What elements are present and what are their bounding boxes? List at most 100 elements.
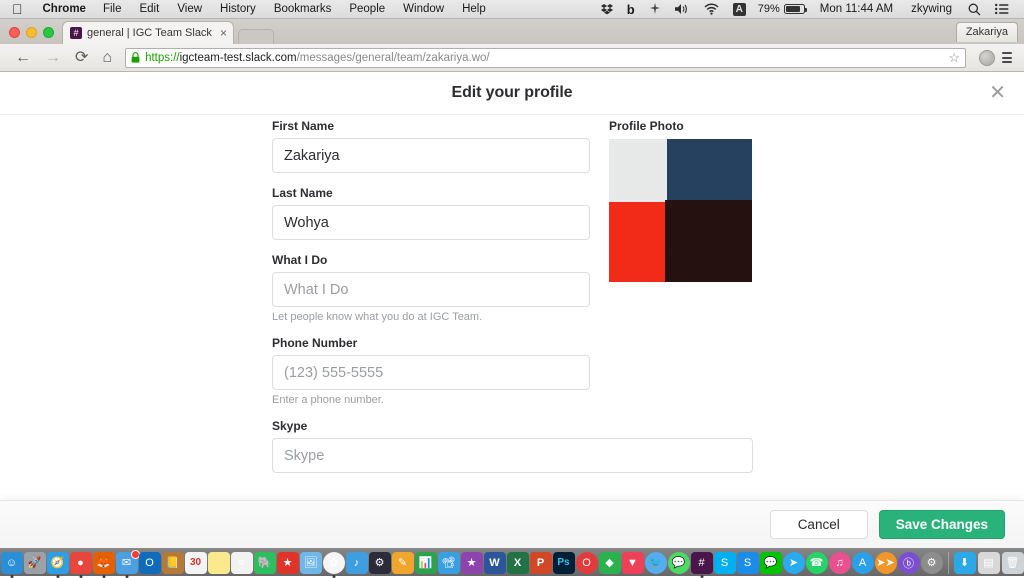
window-traffic-lights	[0, 27, 62, 44]
dock-icon-keynote[interactable]: 📽	[438, 552, 460, 574]
dock-icon-downloads-folder[interactable]: ⬇	[954, 552, 976, 574]
dock-icon-evernote[interactable]: 🐘	[254, 552, 276, 574]
battery-status[interactable]: 79%	[753, 0, 811, 19]
menu-item-window[interactable]: Window	[394, 0, 453, 19]
save-changes-button[interactable]: Save Changes	[879, 510, 1005, 539]
browser-profile-chip[interactable]: Zakariya	[956, 22, 1018, 42]
dock-icon-photoshop[interactable]: Ps	[553, 552, 575, 574]
dock-icon-app-store[interactable]: A	[852, 552, 874, 574]
dock-icon-notes[interactable]	[208, 552, 230, 574]
dock-icon-shazam[interactable]: S	[737, 552, 759, 574]
dock-icon-whatsapp[interactable]: ☎	[806, 552, 828, 574]
browser-tab-title: general | IGC Team Slack	[87, 27, 212, 39]
menu-item-chrome[interactable]: Chrome	[35, 0, 94, 19]
dock-icon-steam[interactable]: ⚙	[369, 552, 391, 574]
menu-item-view[interactable]: View	[168, 0, 211, 19]
dock-icon-slack[interactable]: #	[691, 552, 713, 574]
dock-icon-bittorrent[interactable]: ⓑ	[898, 552, 920, 574]
menu-bar-user[interactable]: zkywing	[902, 0, 961, 19]
dock-icon-safari[interactable]: 🧭	[47, 552, 69, 574]
window-minimize-button[interactable]	[26, 27, 37, 38]
phone-number-input[interactable]	[272, 355, 590, 390]
battery-icon	[784, 4, 805, 14]
dock-right-items: ⬇▤🗑	[954, 552, 1024, 574]
skype-input[interactable]	[272, 438, 753, 473]
reload-icon[interactable]: ⟳	[68, 50, 95, 66]
dock-icon-chrome[interactable]: ●	[70, 552, 92, 574]
browser-toolbar: ← → ⟳ ⌂ https:// igcteam-test.slack.com …	[0, 44, 1024, 72]
first-name-input[interactable]	[272, 138, 590, 173]
dock-icon-feedly[interactable]: ◆	[599, 552, 621, 574]
hamburger-menu-icon[interactable]	[1002, 52, 1016, 63]
search-icon[interactable]	[961, 3, 988, 16]
dock-icon-address-book[interactable]: 📒	[162, 552, 184, 574]
dock-icon-calendar[interactable]: 30	[185, 552, 207, 574]
browser-tab-active[interactable]: # general | IGC Team Slack ×	[62, 21, 234, 44]
close-icon[interactable]: ✕	[989, 83, 1006, 103]
dock-icon-numbers[interactable]: 📊	[415, 552, 437, 574]
dock-icon-trash[interactable]: 🗑	[1002, 552, 1024, 574]
dock-icon-system-preferences[interactable]: ⚙	[921, 552, 943, 574]
notification-center-icon[interactable]	[988, 3, 1016, 15]
dock-icon-itunes-alt[interactable]: ♪	[346, 552, 368, 574]
dock-icon-itunes[interactable]: ♫	[829, 552, 851, 574]
back-arrow-icon[interactable]: ←	[8, 50, 38, 66]
browser-tab-strip: # general | IGC Team Slack × Zakariya	[0, 19, 1024, 44]
field-phone-number: Phone Number Enter a phone number.	[272, 336, 590, 406]
dock-icon-opera[interactable]: O	[576, 552, 598, 574]
star-icon[interactable]: ☆	[942, 50, 960, 66]
dock-icon-twitter-app[interactable]: 🐦	[645, 552, 667, 574]
url-path: /messages/general/team/zakariya.wo/	[297, 52, 490, 64]
menu-item-edit[interactable]: Edit	[130, 0, 168, 19]
input-source-icon[interactable]: A	[726, 3, 753, 16]
dock-icon-finder[interactable]: ☺	[1, 552, 23, 574]
dock-icon-firefox[interactable]: 🦊	[93, 552, 115, 574]
dock-icon-imovie[interactable]: ★	[461, 552, 483, 574]
dock-icon-outlook[interactable]: O	[139, 552, 161, 574]
dock-icon-pages[interactable]: ✎	[392, 552, 414, 574]
menu-item-history[interactable]: History	[211, 0, 265, 19]
menu-item-file[interactable]: File	[94, 0, 131, 19]
menu-item-people[interactable]: People	[340, 0, 394, 19]
apple-logo-icon[interactable]: 	[0, 1, 35, 18]
window-close-button[interactable]	[9, 27, 20, 38]
dock-icon-photos[interactable]: ✿	[323, 552, 345, 574]
dock-icon-bookmarks[interactable]: ★	[277, 552, 299, 574]
dock-icon-reminders[interactable]: ≡	[231, 552, 253, 574]
dock-icon-mail[interactable]: ✉	[116, 552, 138, 574]
dock-icon-telegram[interactable]: ➤	[783, 552, 805, 574]
cancel-button[interactable]: Cancel	[770, 510, 868, 539]
home-icon[interactable]: ⌂	[95, 50, 119, 66]
dock-icon-excel[interactable]: X	[507, 552, 529, 574]
volume-icon[interactable]	[668, 3, 697, 15]
field-first-name: First Name	[272, 119, 590, 173]
dock-icon-fast-forward[interactable]: ➤➤	[875, 552, 897, 574]
modal-body: First Name Last Name What I Do Let peopl…	[0, 115, 1024, 548]
dock-icon-pocket[interactable]: ▼	[622, 552, 644, 574]
extension-icon[interactable]	[979, 50, 995, 66]
dock-icon-sms[interactable]: 💬	[668, 552, 690, 574]
dock-icon-word[interactable]: W	[484, 552, 506, 574]
new-tab-button[interactable]	[238, 29, 274, 44]
profile-photo-thumbnail[interactable]	[609, 139, 752, 282]
menu-bar-clock[interactable]: Mon 11:44 AM	[811, 0, 902, 19]
dock-icon-powerpoint[interactable]: P	[530, 552, 552, 574]
tab-close-icon[interactable]: ×	[220, 28, 227, 38]
address-bar[interactable]: https:// igcteam-test.slack.com /message…	[125, 48, 966, 68]
backblaze-b-icon[interactable]: b	[620, 0, 642, 19]
menu-item-help[interactable]: Help	[453, 0, 495, 19]
what-i-do-input[interactable]	[272, 272, 590, 307]
last-name-input[interactable]	[272, 205, 590, 240]
wifi-icon[interactable]	[697, 3, 726, 15]
forward-arrow-icon[interactable]: →	[38, 50, 68, 66]
dock-icon-preview[interactable]: 🖼	[300, 552, 322, 574]
menu-item-bookmarks[interactable]: Bookmarks	[265, 0, 341, 19]
shuttle-icon[interactable]	[642, 3, 668, 15]
dock-icon-launchpad[interactable]: 🚀	[24, 552, 46, 574]
dropbox-icon[interactable]	[594, 3, 620, 15]
dock-icon-documents-stack[interactable]: ▤	[978, 552, 1000, 574]
first-name-label: First Name	[272, 119, 590, 133]
dock-icon-skype[interactable]: S	[714, 552, 736, 574]
window-zoom-button[interactable]	[43, 27, 54, 38]
dock-icon-line[interactable]: 💬	[760, 552, 782, 574]
